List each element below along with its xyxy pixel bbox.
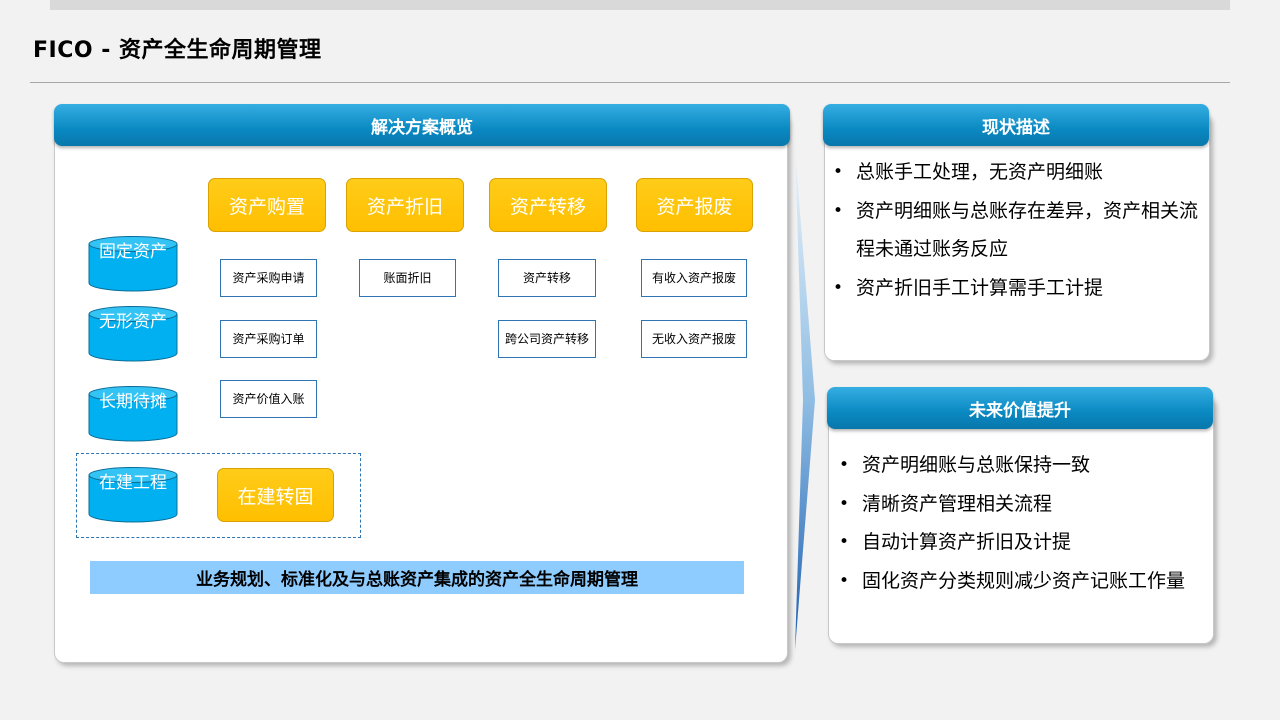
category-scrap: 资产报废 — [636, 178, 753, 232]
future-item: 固化资产分类规则减少资产记账工作量 — [832, 562, 1208, 601]
solution-panel-header: 解决方案概览 — [54, 104, 790, 146]
future-item: 资产明细账与总账保持一致 — [832, 446, 1208, 485]
future-item: 自动计算资产折旧及计提 — [832, 523, 1208, 562]
asset-cylinder-fixed: 固定资产 — [88, 236, 178, 292]
future-panel-header: 未来价值提升 — [827, 387, 1213, 429]
sub-scrap-without-revenue: 无收入资产报废 — [641, 320, 747, 358]
sub-scrap-with-revenue: 有收入资产报废 — [641, 259, 747, 297]
future-list: 资产明细账与总账保持一致 清晰资产管理相关流程 自动计算资产折旧及计提 固化资产… — [832, 446, 1208, 600]
sub-purchase-request: 资产采购申请 — [220, 259, 317, 297]
status-item: 资产明细账与总账存在差异，资产相关流程未通过账务反应 — [826, 192, 1202, 269]
status-item: 总账手工处理，无资产明细账 — [826, 153, 1202, 192]
status-panel-header: 现状描述 — [823, 104, 1209, 146]
sub-value-posting: 资产价值入账 — [220, 380, 317, 418]
sub-purchase-order: 资产采购订单 — [220, 320, 317, 358]
asset-label: 固定资产 — [99, 242, 167, 262]
category-purchase: 资产购置 — [208, 178, 326, 232]
category-depreciation: 资产折旧 — [346, 178, 464, 232]
status-item: 资产折旧手工计算需手工计提 — [826, 269, 1202, 308]
cip-transfer-box: 在建转固 — [217, 468, 334, 522]
future-item: 清晰资产管理相关流程 — [832, 485, 1208, 524]
status-list: 总账手工处理，无资产明细账 资产明细账与总账存在差异，资产相关流程未通过账务反应… — [826, 153, 1202, 307]
chevron-arrow-icon — [795, 150, 815, 650]
asset-cylinder-deferred: 长期待摊 — [88, 386, 178, 442]
asset-label: 无形资产 — [99, 312, 167, 332]
asset-cylinder-intangible: 无形资产 — [88, 306, 178, 362]
top-bar — [50, 0, 1230, 10]
page-title: FICO - 资产全生命周期管理 — [33, 38, 322, 63]
sub-asset-transfer: 资产转移 — [498, 259, 596, 297]
category-transfer: 资产转移 — [489, 178, 607, 232]
summary-banner: 业务规划、标准化及与总账资产集成的资产全生命周期管理 — [90, 561, 744, 594]
sub-book-depreciation: 账面折旧 — [359, 259, 456, 297]
sub-cross-company-transfer: 跨公司资产转移 — [498, 320, 596, 358]
title-divider — [30, 82, 1230, 83]
asset-label: 长期待摊 — [99, 392, 167, 412]
